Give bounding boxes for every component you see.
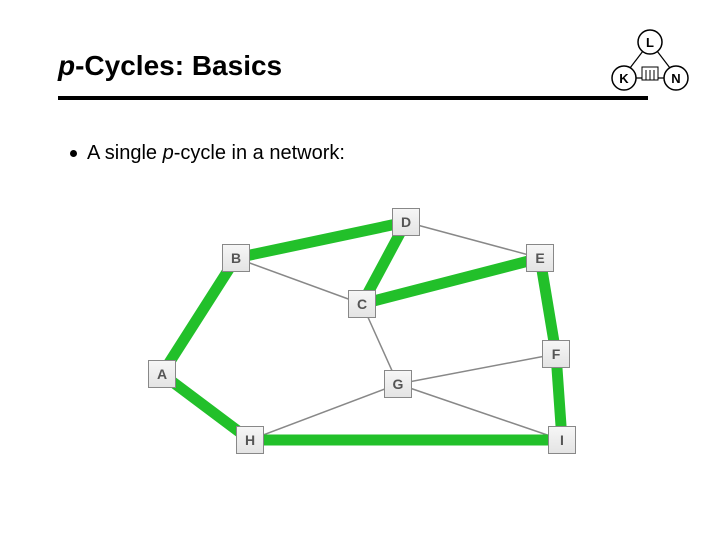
edge xyxy=(398,354,556,384)
node-B: B xyxy=(222,244,250,272)
node-I: I xyxy=(548,426,576,454)
edge xyxy=(398,384,562,440)
node-E: E xyxy=(526,244,554,272)
edge xyxy=(236,258,362,304)
node-A: A xyxy=(148,360,176,388)
graph-canvas xyxy=(128,200,600,468)
kln-logo: L K N xyxy=(610,28,690,94)
title-rest: -Cycles: Basics xyxy=(75,50,282,81)
logo-right-label: N xyxy=(671,71,680,86)
edge xyxy=(250,384,398,440)
node-D: D xyxy=(392,208,420,236)
bullet-item: A single p-cycle in a network: xyxy=(70,142,345,165)
bullet-icon xyxy=(70,150,77,157)
bullet-text: A single p-cycle in a network: xyxy=(87,142,345,165)
slide-title: p-Cycles: Basics xyxy=(58,50,662,82)
bullet-suffix: -cycle in a network: xyxy=(174,142,345,164)
bullet-prefix: A single xyxy=(87,142,163,164)
title-underline xyxy=(58,96,648,100)
node-H: H xyxy=(236,426,264,454)
slide-header: p-Cycles: Basics xyxy=(58,50,662,82)
node-G: G xyxy=(384,370,412,398)
logo-left-label: K xyxy=(619,71,629,86)
title-italic-p: p xyxy=(58,50,75,81)
node-F: F xyxy=(542,340,570,368)
edge xyxy=(406,222,540,258)
network-diagram: A B C D E F G H I xyxy=(128,200,600,468)
bullet-italic-p: p xyxy=(163,142,174,164)
logo-top-label: L xyxy=(646,35,654,50)
node-C: C xyxy=(348,290,376,318)
